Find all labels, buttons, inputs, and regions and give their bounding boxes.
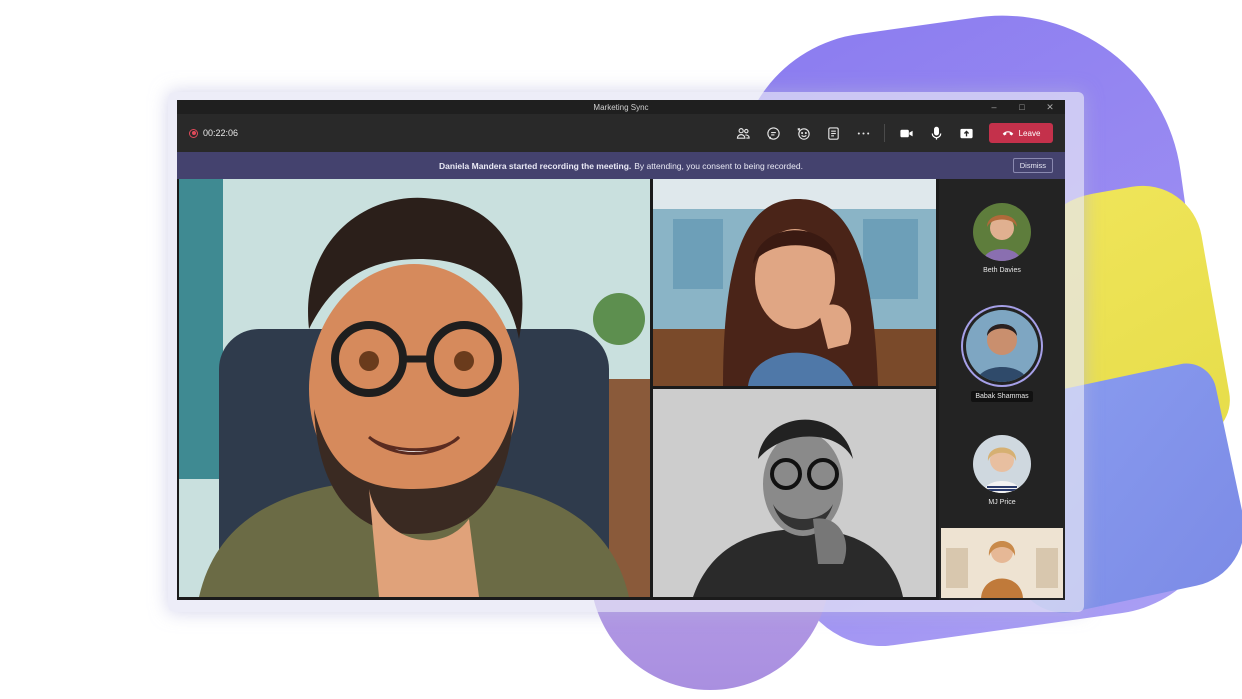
reactions-button[interactable] [788, 118, 818, 148]
participant-beth-davies[interactable]: Beth Davies [939, 203, 1065, 274]
leave-label: Leave [1018, 128, 1041, 138]
participant-video [179, 179, 650, 597]
participant-name: MJ Price [988, 499, 1016, 506]
banner-text: By attending, you consent to being recor… [634, 160, 803, 171]
title-bar: Marketing Sync – □ ✕ [177, 100, 1065, 114]
share-button[interactable] [951, 118, 981, 148]
people-button[interactable] [728, 118, 758, 148]
video-tile-main[interactable] [179, 179, 650, 597]
dismiss-label: Dismiss [1019, 161, 1046, 170]
record-icon [189, 128, 198, 138]
speaking-indicator [963, 307, 1041, 385]
toolbar-divider [884, 124, 885, 142]
notes-button[interactable] [818, 118, 848, 148]
avatar [973, 435, 1031, 493]
participant-video [653, 179, 936, 386]
participant-name: Beth Davies [983, 267, 1021, 274]
recording-indicator: 00:22:06 [189, 128, 238, 138]
avatar [973, 203, 1031, 261]
dismiss-button[interactable]: Dismiss [1012, 158, 1053, 173]
close-icon[interactable]: ✕ [1045, 102, 1055, 113]
camera-button[interactable] [891, 118, 921, 148]
participant-babak-shammas[interactable]: Babak Shammas [939, 307, 1065, 402]
recording-banner: Daniela Mandera started recording the me… [177, 152, 1065, 179]
reactions-icon [796, 127, 810, 140]
chat-button[interactable] [758, 118, 788, 148]
mic-button[interactable] [921, 118, 951, 148]
self-view-video [941, 528, 1063, 598]
video-tile-top-right[interactable] [653, 179, 936, 386]
video-tile-bottom-right[interactable] [653, 389, 936, 597]
more-options-button[interactable] [848, 118, 878, 148]
video-stage: Beth Davies Babak Shammas MJ Price [177, 179, 1065, 600]
banner-bold-text: Daniela Mandera started recording the me… [439, 160, 632, 171]
maximize-icon[interactable]: □ [1017, 102, 1027, 112]
self-view-tile[interactable] [941, 528, 1063, 598]
minimize-icon[interactable]: – [989, 102, 999, 112]
people-icon [736, 127, 750, 139]
more-icon [857, 131, 869, 135]
participant-video [653, 389, 936, 597]
notes-icon [827, 126, 839, 140]
hang-up-icon [1002, 131, 1013, 136]
meeting-timer: 00:22:06 [203, 128, 239, 138]
participant-mj-price[interactable]: MJ Price [939, 435, 1065, 506]
mic-icon [931, 126, 941, 140]
participant-name: Babak Shammas [971, 391, 1033, 402]
avatar [966, 310, 1038, 382]
camera-icon [899, 129, 913, 137]
chat-icon [766, 126, 780, 140]
meeting-toolbar: 00:22:06 Leave [177, 114, 1065, 152]
share-icon [959, 128, 973, 138]
meeting-window: Marketing Sync – □ ✕ 00:22:06 Leave Dani… [177, 100, 1065, 600]
window-title: Marketing Sync [593, 102, 649, 112]
leave-button[interactable]: Leave [989, 123, 1053, 143]
